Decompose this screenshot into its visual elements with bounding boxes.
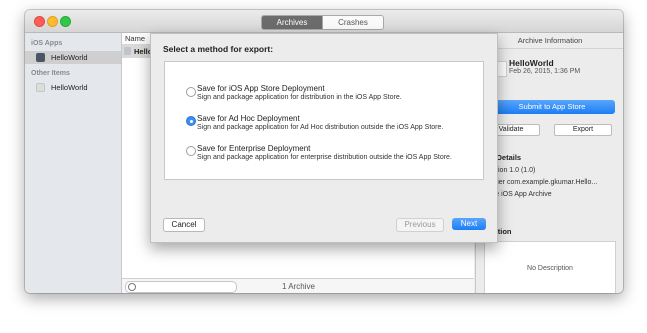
app-store-radio[interactable]: [186, 87, 196, 97]
option-desc-ad-hoc: Sign and package application for Ad Hoc …: [197, 124, 444, 131]
detail-identifier: entifier com.example.gkumar.Hello...: [484, 179, 598, 186]
option-title-ad-hoc[interactable]: Save for Ad Hoc Deployment: [197, 114, 300, 123]
table-row[interactable]: Hello: [122, 45, 152, 58]
enterprise-radio[interactable]: [186, 146, 196, 156]
filter-icon: [128, 283, 136, 291]
minimize-window-button[interactable]: [47, 16, 58, 27]
option-title-app-store[interactable]: Save for iOS App Store Deployment: [197, 84, 325, 93]
sidebar-item-helloworld-other[interactable]: HelloWorld: [25, 81, 121, 94]
option-desc-enterprise: Sign and package application for enterpr…: [197, 154, 452, 161]
title-bar: Archives Crashes: [25, 10, 623, 33]
app-icon: [36, 53, 45, 62]
cancel-button[interactable]: Cancel: [163, 218, 205, 232]
archive-icon: [124, 47, 131, 55]
filter-field[interactable]: [125, 281, 237, 293]
next-button[interactable]: Next: [452, 218, 486, 230]
inspector-title: Archive Information: [476, 33, 623, 49]
ios-apps-header: iOS Apps: [31, 40, 63, 47]
previous-button[interactable]: Previous: [396, 218, 444, 232]
list-footer: 1 Archive: [122, 278, 474, 293]
view-segmented-control: Archives Crashes: [261, 15, 384, 30]
description-box[interactable]: No Description: [484, 241, 616, 293]
app-icon: [36, 83, 45, 92]
export-options-panel: Save for iOS App Store Deployment Sign a…: [164, 61, 484, 180]
export-method-sheet: Select a method for export: Save for iOS…: [150, 33, 498, 243]
option-desc-app-store: Sign and package application for distrib…: [197, 94, 402, 101]
submit-to-app-store-button[interactable]: Submit to App Store: [489, 100, 615, 114]
zoom-window-button[interactable]: [60, 16, 71, 27]
sidebar-item-label: HelloWorld: [51, 53, 88, 62]
option-title-enterprise[interactable]: Save for Enterprise Deployment: [197, 144, 310, 153]
export-button[interactable]: Export: [554, 124, 612, 136]
other-items-header: Other Items: [31, 70, 70, 77]
sidebar-item-helloworld-ios[interactable]: HelloWorld: [25, 51, 121, 64]
app-name: HelloWorld: [509, 58, 554, 68]
close-window-button[interactable]: [34, 16, 45, 27]
tab-archives[interactable]: Archives: [262, 16, 322, 29]
ad-hoc-radio[interactable]: [186, 116, 196, 126]
sheet-title: Select a method for export:: [163, 44, 274, 54]
description-placeholder: No Description: [527, 265, 573, 272]
app-date: Feb 26, 2015, 1:36 PM: [509, 68, 581, 75]
sidebar-item-label: HelloWorld: [51, 83, 88, 92]
column-header-name[interactable]: Name: [125, 34, 145, 43]
archive-count: 1 Archive: [282, 282, 315, 291]
tab-crashes[interactable]: Crashes: [322, 16, 383, 29]
sidebar: iOS Apps HelloWorld Other Items HelloWor…: [25, 33, 122, 293]
